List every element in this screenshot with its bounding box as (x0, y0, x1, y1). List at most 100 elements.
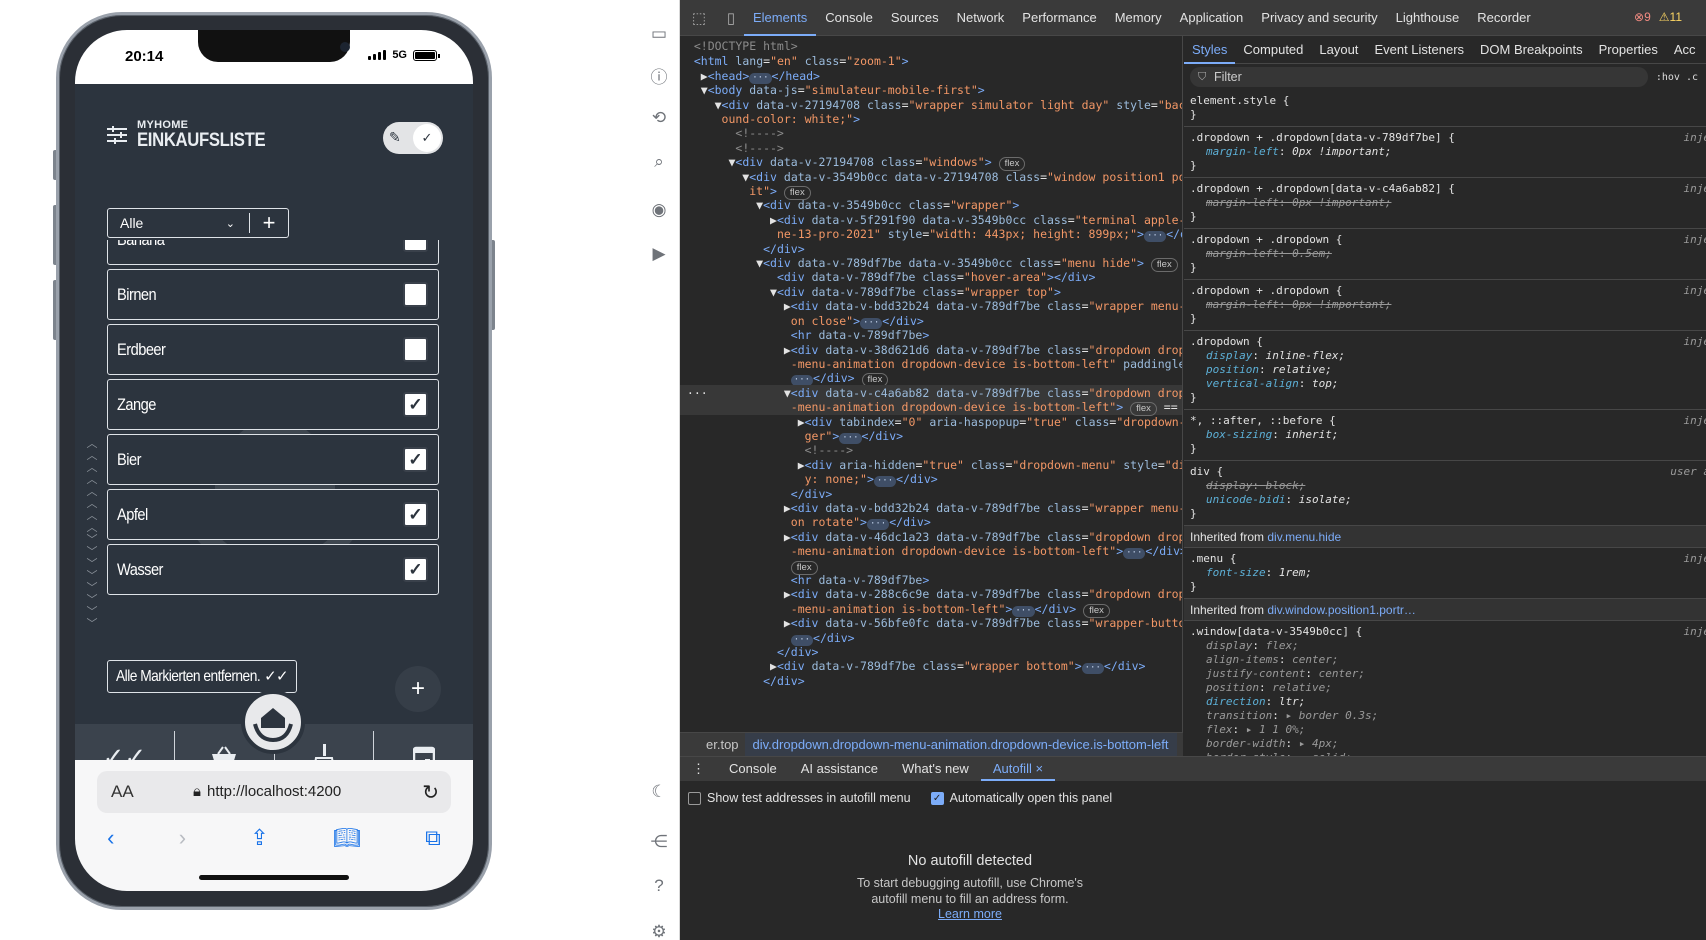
list-item[interactable]: Birnen (107, 269, 439, 320)
record-icon[interactable]: ▶ (649, 244, 669, 264)
dom-line[interactable]: ▼<div data-v-3549b0cc class="wrapper"> (680, 197, 1182, 213)
theme-moon-icon[interactable]: ☾ (649, 782, 669, 802)
help-icon[interactable]: ? (649, 876, 669, 896)
reload-icon[interactable]: ↻ (422, 780, 439, 805)
dom-line[interactable]: ▶<div data-v-bdd32b24 data-v-789df7be cl… (680, 298, 1182, 314)
item-checkbox-checked[interactable]: ✓ (403, 502, 428, 527)
drawer-tab-console[interactable]: Console (717, 757, 789, 781)
back-icon[interactable]: ‹ (107, 825, 114, 851)
tab-sources[interactable]: Sources (882, 0, 948, 36)
dom-tree[interactable]: <!DOCTYPE html> <html lang="en" class="z… (680, 36, 1183, 732)
tab-performance[interactable]: Performance (1013, 0, 1105, 36)
dom-line[interactable]: ▼<div data-v-27194708 class="windows"> f… (680, 154, 1182, 171)
css-rule[interactable]: .menu {injefont-size: 1rem;} (1184, 548, 1706, 599)
tab-computed[interactable]: Computed (1235, 36, 1311, 64)
dom-line-selected[interactable]: -menu-animation dropdown-device is-botto… (680, 399, 1182, 416)
dom-line[interactable]: ▶<div data-v-56bfe0fc data-v-789df7be cl… (680, 615, 1182, 631)
list-item[interactable]: Bier ✓ (107, 434, 439, 485)
device-mode-icon[interactable]: ▯ (718, 0, 744, 36)
screenshot-icon[interactable]: ◉ (649, 200, 669, 220)
tab-network[interactable]: Network (948, 0, 1014, 36)
tab-recorder[interactable]: Recorder (1468, 0, 1539, 36)
tab-memory[interactable]: Memory (1106, 0, 1171, 36)
forward-icon[interactable]: › (179, 825, 186, 851)
dom-line[interactable]: <html lang="en" class="zoom-1"> (680, 53, 1182, 69)
css-rule[interactable]: .dropdown {injedisplay: inline-flex;posi… (1184, 331, 1706, 410)
drawer-tab-whats-new[interactable]: What's new (890, 757, 981, 781)
inspect-zoom-icon[interactable]: ⌕ (649, 152, 669, 172)
css-rule[interactable]: *, ::after, ::before {injebox-sizing: in… (1184, 410, 1706, 461)
learn-more-link[interactable]: Learn more (680, 907, 1260, 921)
move-down-icon[interactable]: ﹀ ﹀ (83, 558, 101, 582)
inspect-element-icon[interactable]: ⬚ (680, 0, 718, 36)
add-category-button[interactable]: + (250, 212, 288, 234)
auto-open-checkbox[interactable]: ✓ Automatically open this panel (930, 791, 1112, 805)
drawer-tab-ai-assistance[interactable]: AI assistance (789, 757, 890, 781)
list-item[interactable]: Banana (107, 240, 439, 265)
filter-select[interactable]: Alle ⌄ (108, 213, 250, 233)
drawer-tab-autofill[interactable]: Autofill × (980, 757, 1056, 781)
inherited-link[interactable]: div.menu.hide (1267, 530, 1341, 544)
styles-filter-input[interactable]: Filter (1190, 67, 1648, 87)
css-rule[interactable]: .dropdown + .dropdown {injemargin-left: … (1184, 280, 1706, 331)
tab-privacy[interactable]: Privacy and security (1252, 0, 1386, 36)
dom-line[interactable]: -menu-animation dropdown-device is-botto… (680, 543, 1182, 559)
item-checkbox-checked[interactable]: ✓ (403, 392, 428, 417)
css-rule[interactable]: element.style {} (1184, 90, 1706, 127)
hov-toggle[interactable]: :hov .c (1648, 72, 1706, 83)
dom-line[interactable]: <div data-v-789df7be class="hover-area">… (680, 269, 1182, 285)
app-logo-icon[interactable] (241, 690, 305, 754)
item-checkbox[interactable] (403, 282, 428, 307)
dom-line[interactable]: <!----> (680, 442, 1182, 458)
dom-line[interactable]: on rotate"> ··· </div> (680, 514, 1182, 530)
item-checkbox-checked[interactable]: ✓ (403, 557, 428, 582)
move-down-icon[interactable]: ﹀ ﹀ (83, 582, 101, 606)
tab-event-listeners[interactable]: Event Listeners (1366, 36, 1472, 64)
dom-line[interactable]: ▶<div data-v-789df7be class="wrapper bot… (680, 658, 1182, 674)
item-checkbox[interactable] (403, 240, 428, 252)
breadcrumb-current[interactable]: div.dropdown.dropdown-menu-animation.dro… (744, 732, 1177, 757)
move-up-icon[interactable]: ︿ ︿ (83, 510, 101, 534)
list-item[interactable]: Apfel ✓ (107, 489, 439, 540)
list-item[interactable]: Zange ✓ (107, 379, 439, 430)
tab-layout[interactable]: Layout (1311, 36, 1366, 64)
css-rule[interactable]: .dropdown + .dropdown[data-v-c4a6ab82] {… (1184, 178, 1706, 229)
tab-lighthouse[interactable]: Lighthouse (1387, 0, 1469, 36)
dom-line[interactable]: ▼<body data-js="simulateur-mobile-first"… (680, 82, 1182, 98)
css-rule[interactable]: div {user adisplay: block;unicode-bidi: … (1184, 461, 1706, 526)
drawer-menu-icon[interactable]: ⋮ (680, 757, 717, 781)
share-icon[interactable]: ⇪ (250, 825, 268, 851)
bookmarks-icon[interactable]: 📖︎ (333, 825, 361, 851)
css-rule[interactable]: .dropdown + .dropdown[data-v-789df7be] {… (1184, 127, 1706, 178)
gear-icon[interactable]: ⚙ (649, 922, 669, 940)
device-toggle-icon[interactable]: ▭ (649, 24, 669, 44)
info-icon[interactable]: ⓘ (649, 68, 669, 88)
issue-counters[interactable]: ⊗9 ⚠11 (1634, 10, 1682, 24)
dom-line[interactable]: <!DOCTYPE html> (680, 38, 1182, 54)
move-up-icon[interactable]: ︿ ︿ (83, 438, 101, 462)
move-up-icon[interactable]: ︿ ︿ (83, 486, 101, 510)
tab-elements[interactable]: Elements (744, 0, 817, 36)
tab-styles[interactable]: Styles (1184, 36, 1236, 64)
list-item[interactable]: Erdbeer (107, 324, 439, 375)
dom-line[interactable]: </div> (680, 673, 1182, 689)
share-icon[interactable]: ⋲ (649, 832, 669, 852)
tab-accessibility[interactable]: Acc (1666, 36, 1704, 64)
rotate-icon[interactable]: ⟲ (649, 108, 669, 128)
css-rule[interactable]: .dropdown + .dropdown {injemargin-left: … (1184, 229, 1706, 280)
move-down-icon[interactable]: ﹀ ﹀ (83, 534, 101, 558)
breadcrumb-prev[interactable]: er.top (680, 737, 745, 752)
add-item-button[interactable]: + (395, 666, 441, 712)
tab-console[interactable]: Console (816, 0, 882, 36)
list-item[interactable]: Wasser ✓ (107, 544, 439, 595)
reader-aa-button[interactable]: AA (111, 782, 134, 802)
close-icon[interactable]: × (1035, 761, 1043, 776)
css-rule[interactable]: .window[data-v-3549b0cc] {inje display: … (1184, 621, 1706, 756)
show-test-addresses-checkbox[interactable]: Show test addresses in autofill menu (688, 791, 911, 805)
address-bar[interactable]: AA 🔒︎ http://localhost:4200 ↻ (97, 771, 451, 813)
edit-mode-toggle[interactable]: ✎ ✓ (383, 122, 443, 154)
item-checkbox-checked[interactable]: ✓ (403, 447, 428, 472)
dom-line[interactable]: y: none;"> ··· </div> (680, 471, 1182, 487)
move-up-icon[interactable]: ︿ ︿ (83, 462, 101, 486)
tab-application[interactable]: Application (1171, 0, 1253, 36)
